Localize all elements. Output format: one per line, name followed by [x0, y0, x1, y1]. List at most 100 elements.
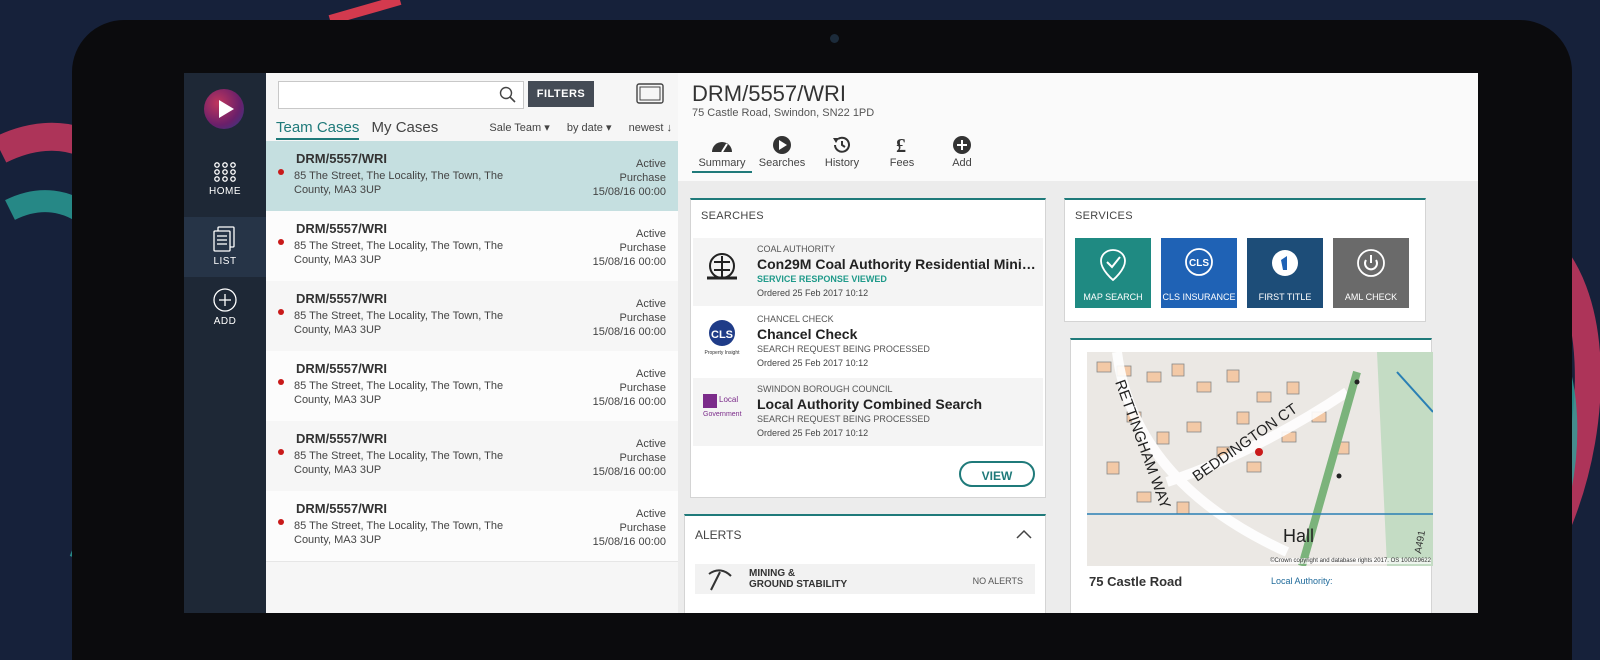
camera-dot	[830, 34, 839, 43]
case-state: Active	[636, 298, 666, 310]
tab-my-cases[interactable]: My Cases	[372, 119, 439, 138]
alert-row[interactable]: MINING & GROUND STABILITY NO ALERTS	[695, 564, 1035, 594]
sort-order-dropdown[interactable]: newest ↓	[629, 122, 672, 134]
location-map[interactable]: RETTINGHAM WAY BEDDINGTON CT Hall A491 ©…	[1087, 352, 1433, 566]
sort-date-dropdown[interactable]: by date ▾	[567, 122, 612, 134]
service-label: AML CHECK	[1344, 292, 1398, 302]
case-address: 85 The Street, The Locality, The Town, T…	[294, 240, 504, 266]
tab-add[interactable]: Add	[932, 135, 992, 171]
search-icon[interactable]	[499, 86, 517, 104]
service-label: FIRST TITLE	[1258, 292, 1312, 302]
case-row[interactable]: DRM/5557/WRI 85 The Street, The Locality…	[266, 491, 678, 562]
services-panel: SERVICES MAP SEARCH CLS CLS INSURANCE FI…	[1064, 198, 1426, 322]
case-date: 15/08/16 00:00	[592, 396, 666, 408]
first-title-button[interactable]: FIRST TITLE	[1247, 238, 1323, 308]
document-list-icon	[213, 226, 235, 252]
case-type: Purchase	[619, 522, 666, 534]
nav-home[interactable]: HOME	[184, 161, 266, 211]
search-row[interactable]: COAL AUTHORITY Con29M Coal Authority Res…	[693, 238, 1043, 306]
case-row[interactable]: DRM/5557/WRI 85 The Street, The Locality…	[266, 421, 678, 492]
local-government-logo-icon: Local Government	[703, 394, 742, 418]
cls-logo-icon: CLS Property Insight	[704, 320, 740, 356]
sort-team-dropdown[interactable]: Sale Team ▾	[489, 122, 549, 134]
case-state: Active	[636, 228, 666, 240]
lga-logo-sub: Government	[703, 411, 742, 418]
search-status: SERVICE RESPONSE VIEWED	[757, 274, 887, 284]
app-screen: HOME LIST ADD FILTERS Team Cases My Case…	[184, 73, 1478, 613]
case-address: 85 The Street, The Locality, The Town, T…	[294, 170, 504, 196]
svg-text:£: £	[896, 135, 906, 155]
search-org: COAL AUTHORITY	[757, 244, 836, 254]
map-pin-check-icon	[1100, 249, 1126, 282]
tab-label: Add	[952, 157, 972, 169]
alert-dot	[278, 379, 284, 385]
detail-tabs: Summary Searches History £ Fees Add	[692, 135, 992, 173]
search-ordered: Ordered 25 Feb 2017 10:12	[757, 358, 869, 368]
cls-insurance-button[interactable]: CLS CLS INSURANCE	[1161, 238, 1237, 308]
alerts-panel: ALERTS MINING & GROUND STABILITY NO ALERT…	[684, 514, 1046, 613]
case-ref: DRM/5557/WRI	[296, 361, 388, 376]
tab-label: History	[824, 157, 860, 169]
page-subtitle: 75 Castle Road, Swindon, SN22 1PD	[692, 107, 875, 119]
tab-label: Searches	[758, 157, 806, 169]
search-row[interactable]: CLS Property Insight CHANCEL CHECK Chance…	[693, 308, 1043, 376]
case-tabs: Team Cases My Cases	[276, 119, 446, 140]
nav-add[interactable]: ADD	[184, 287, 266, 337]
case-type: Purchase	[619, 172, 666, 184]
case-type: Purchase	[619, 382, 666, 394]
lga-logo-text: Local	[719, 395, 738, 404]
case-status: Active Purchase 15/08/16 00:00	[593, 157, 666, 199]
case-status: Active Purchase 15/08/16 00:00	[593, 507, 666, 549]
sort-controls: Sale Team ▾ by date ▾ newest ↓	[475, 121, 672, 134]
tablet-view-icon[interactable]	[636, 83, 664, 105]
alert-type: MINING & GROUND STABILITY	[749, 568, 847, 590]
case-date: 15/08/16 00:00	[592, 326, 666, 338]
case-ref: DRM/5557/WRI	[296, 221, 388, 236]
map-search-button[interactable]: MAP SEARCH	[1075, 238, 1151, 308]
tab-fees[interactable]: £ Fees	[872, 135, 932, 171]
tab-searches[interactable]: Searches	[752, 135, 812, 171]
case-date: 15/08/16 00:00	[592, 256, 666, 268]
tab-team-cases[interactable]: Team Cases	[276, 119, 360, 140]
case-status: Active Purchase 15/08/16 00:00	[593, 227, 666, 269]
nav-list[interactable]: LIST	[184, 217, 266, 277]
search-ordered: Ordered 25 Feb 2017 10:12	[757, 428, 869, 438]
case-address: 85 The Street, The Locality, The Town, T…	[294, 310, 504, 336]
case-row[interactable]: DRM/5557/WRI 85 The Street, The Locality…	[266, 211, 678, 282]
case-date: 15/08/16 00:00	[592, 466, 666, 478]
case-row[interactable]: DRM/5557/WRI 85 The Street, The Locality…	[266, 141, 678, 212]
search-input[interactable]	[278, 81, 524, 109]
case-type: Purchase	[619, 452, 666, 464]
view-button[interactable]: VIEW	[959, 461, 1035, 487]
tab-history[interactable]: History	[812, 135, 872, 171]
cls-logo-sub: Property Insight	[704, 350, 740, 356]
power-icon	[1357, 249, 1385, 277]
case-address: 85 The Street, The Locality, The Town, T…	[294, 380, 504, 406]
case-row[interactable]: DRM/5557/WRI 85 The Street, The Locality…	[266, 281, 678, 352]
plus-circle-icon	[213, 288, 237, 312]
local-authority-label: Local Authority:	[1271, 576, 1333, 586]
case-status: Active Purchase 15/08/16 00:00	[593, 437, 666, 479]
map-panel: RETTINGHAM WAY BEDDINGTON CT Hall A491 ©…	[1070, 338, 1433, 613]
side-nav: HOME LIST ADD	[184, 73, 266, 613]
map-drawing: RETTINGHAM WAY BEDDINGTON CT Hall A491	[1087, 352, 1433, 566]
case-status: Active Purchase 15/08/16 00:00	[593, 367, 666, 409]
search-row[interactable]: Local Government SWINDON BOROUGH COUNCIL …	[693, 378, 1043, 446]
pickaxe-icon	[708, 569, 732, 591]
service-label: CLS INSURANCE	[1162, 292, 1236, 302]
svg-text:CLS: CLS	[1189, 258, 1209, 269]
app-logo[interactable]	[204, 89, 244, 129]
tab-label: Summary	[698, 157, 746, 169]
case-row[interactable]: DRM/5557/WRI 85 The Street, The Locality…	[266, 351, 678, 422]
search-org: CHANCEL CHECK	[757, 314, 834, 324]
aml-check-button[interactable]: AML CHECK	[1333, 238, 1409, 308]
detail-header: DRM/5557/WRI 75 Castle Road, Swindon, SN…	[678, 73, 1478, 181]
searches-panel: SEARCHES COAL AUTHORITY Con29M Coal Auth…	[690, 198, 1046, 498]
search-status: SEARCH REQUEST BEING PROCESSED	[757, 344, 930, 354]
tab-summary[interactable]: Summary	[692, 135, 752, 173]
chevron-up-icon[interactable]	[1015, 528, 1033, 540]
alert-dot	[278, 519, 284, 525]
search-org: SWINDON BOROUGH COUNCIL	[757, 384, 893, 394]
alert-dot	[278, 309, 284, 315]
filters-button[interactable]: FILTERS	[528, 81, 594, 107]
